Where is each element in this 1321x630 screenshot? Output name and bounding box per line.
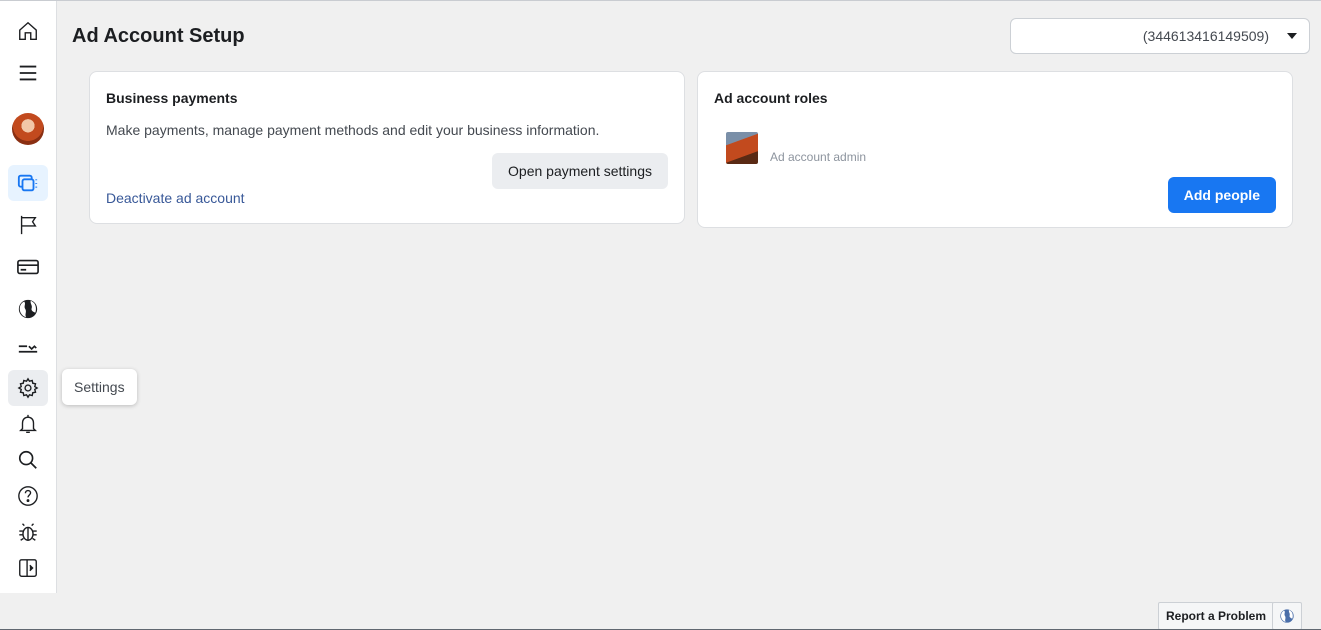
role-user-avatar[interactable] bbox=[726, 132, 758, 164]
transactions-button[interactable] bbox=[8, 331, 48, 367]
ads-manager-button[interactable] bbox=[8, 165, 48, 201]
collapse-panel-button[interactable] bbox=[8, 550, 48, 586]
left-nav-rail bbox=[0, 1, 57, 593]
settings-tooltip: Settings bbox=[62, 369, 137, 405]
notifications-button[interactable] bbox=[8, 406, 48, 442]
business-payments-description: Make payments, manage payment methods an… bbox=[106, 122, 600, 138]
home-button[interactable] bbox=[8, 13, 48, 49]
globe-icon bbox=[1280, 609, 1294, 623]
search-icon bbox=[18, 450, 37, 469]
help-icon bbox=[18, 486, 38, 506]
business-payments-card: Business payments Make payments, manage … bbox=[89, 71, 685, 224]
business-payments-title: Business payments bbox=[106, 90, 238, 106]
language-button[interactable] bbox=[1272, 602, 1302, 630]
globe-icon bbox=[18, 299, 38, 319]
help-button[interactable] bbox=[8, 478, 48, 514]
open-payment-settings-button[interactable]: Open payment settings bbox=[492, 153, 668, 189]
pages-button[interactable] bbox=[8, 207, 48, 243]
ad-account-roles-card: Ad account roles Ad account admin Add pe… bbox=[697, 71, 1293, 228]
add-people-button[interactable]: Add people bbox=[1167, 177, 1276, 213]
gear-icon bbox=[17, 377, 39, 399]
ad-account-id: (344613416149509) bbox=[1142, 28, 1269, 44]
audiences-button[interactable] bbox=[8, 291, 48, 327]
bell-icon bbox=[19, 414, 37, 433]
avatar bbox=[12, 113, 44, 145]
bug-icon bbox=[19, 523, 37, 541]
page-title: Ad Account Setup bbox=[72, 25, 245, 47]
ad-account-roles-title: Ad account roles bbox=[714, 90, 828, 106]
report-problem-button[interactable]: Report a Problem bbox=[1158, 602, 1275, 630]
billing-button[interactable] bbox=[8, 249, 48, 285]
credit-card-icon bbox=[17, 259, 39, 275]
profile-button[interactable] bbox=[8, 111, 48, 147]
search-button[interactable] bbox=[8, 442, 48, 478]
report-bug-button[interactable] bbox=[8, 514, 48, 550]
deactivate-ad-account-link[interactable]: Deactivate ad account bbox=[106, 190, 245, 206]
chevron-down-icon bbox=[1287, 33, 1297, 39]
settings-button[interactable] bbox=[8, 370, 48, 406]
menu-button[interactable] bbox=[8, 55, 48, 91]
home-icon bbox=[19, 21, 37, 40]
payment-icon bbox=[18, 345, 38, 353]
ads-manager-icon bbox=[17, 174, 38, 192]
hamburger-menu-icon bbox=[19, 65, 37, 81]
collapse-panel-icon bbox=[19, 559, 37, 577]
flag-icon bbox=[20, 215, 37, 235]
role-label: Ad account admin bbox=[770, 150, 867, 164]
ad-account-selector[interactable]: (344613416149509) bbox=[1010, 18, 1310, 54]
